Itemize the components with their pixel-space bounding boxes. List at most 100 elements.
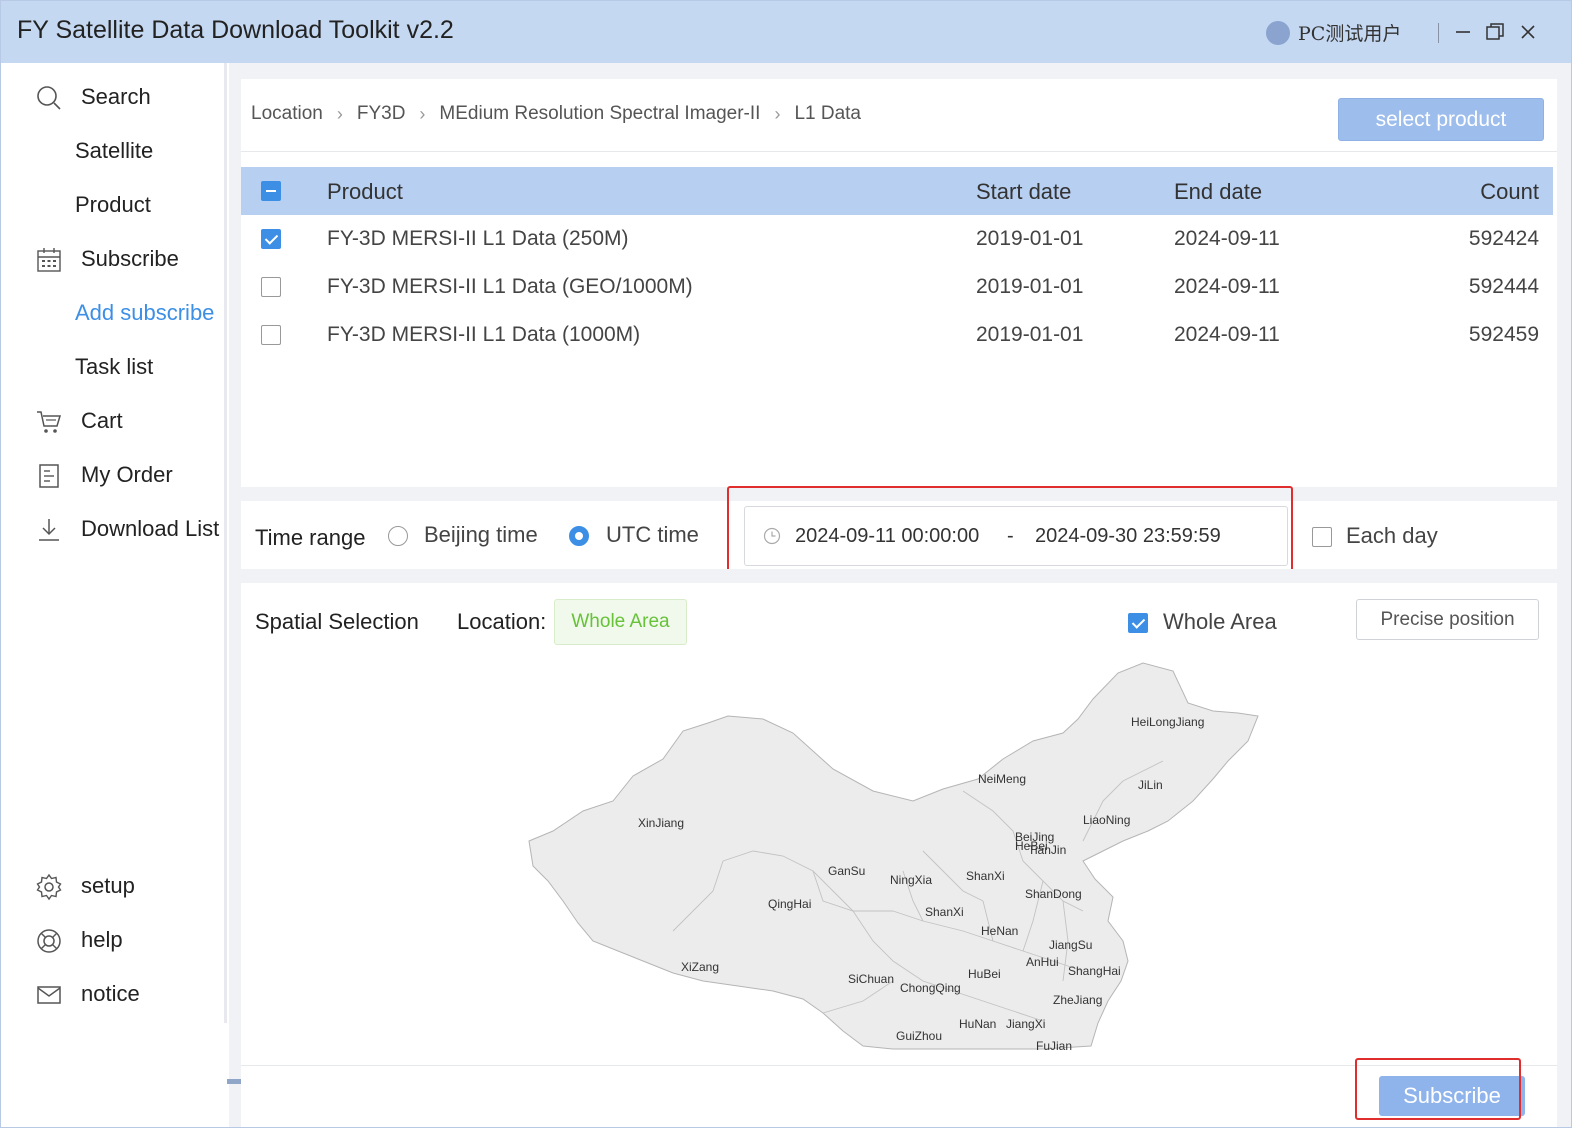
utc-time-label[interactable]: UTC time [606,522,699,548]
row-checkbox[interactable] [261,325,281,345]
user-name: PC测试用户 [1298,23,1402,45]
sidebar-scrollbar[interactable] [224,63,227,1023]
sidebar-item-satellite[interactable]: Satellite [1,130,229,170]
spatial-selection-label: Spatial Selection [255,609,419,634]
user-menu[interactable]: PC测试用户 [1266,19,1401,46]
sidebar-item-subscribe[interactable]: Subscribe [1,238,229,278]
beijing-time-label[interactable]: Beijing time [424,522,538,548]
count: 592444 [1468,275,1539,298]
table-row[interactable]: FY-3D MERSI-II L1 Data (GEO/1000M) 2019-… [241,263,1553,311]
end-date: 2024-09-11 [1174,323,1280,346]
start-date: 2019-01-01 [976,227,1084,250]
sidebar-item-cart[interactable]: Cart [1,400,229,440]
download-icon [39,519,59,541]
sidebar-item-label: Task list [75,354,154,379]
map-label: HeiLongJiang [1131,715,1204,729]
sidebar-item-label: Product [75,192,151,217]
row-checkbox[interactable] [261,277,281,297]
gear-icon [36,873,62,901]
breadcrumb-item[interactable]: L1 Data [794,103,861,125]
sidebar-item-label: Satellite [75,138,154,163]
map-label: HuBei [968,967,1001,981]
end-date: 2024-09-11 [1174,275,1280,298]
precise-position-button[interactable]: Precise position [1356,599,1539,640]
map-label: ShanDong [1025,887,1082,901]
document-icon [39,464,59,488]
restore-icon [1486,23,1504,40]
search-icon [37,86,61,110]
utc-time-radio[interactable] [569,526,589,546]
column-header-start-date: Start date [976,179,1072,204]
select-product-button[interactable]: select product [1338,98,1544,141]
location-label: Location: [457,609,547,634]
map-label: ZheJiang [1053,993,1102,1007]
each-day-label[interactable]: Each day [1346,523,1438,549]
close-icon [1521,25,1535,39]
breadcrumb-item[interactable]: FY3D [357,103,406,125]
table-row[interactable]: FY-3D MERSI-II L1 Data (1000M) 2019-01-0… [241,311,1553,359]
product-name: FY-3D MERSI-II L1 Data (1000M) [327,323,641,346]
location-tag: Whole Area [554,599,687,645]
map-label: GuiZhou [896,1029,942,1043]
map-label: JiangSu [1049,938,1092,952]
minimize-icon [1456,31,1470,33]
mail-icon [37,986,61,1004]
map-label: TianJin [1028,843,1066,857]
map-label: HuNan [959,1017,996,1031]
sidebar: Search Satellite Product Subscribe Add s… [1,63,241,1127]
column-header-end-date: End date [1174,179,1263,204]
column-header-count: Count [1480,179,1539,204]
map-label: GanSu [828,864,865,878]
count: 592424 [1468,227,1539,250]
map-label: ShanXi [925,905,964,919]
sidebar-item-label: Cart [81,408,123,433]
chevron-right-icon: › [774,103,781,124]
sidebar-item-label: Add subscribe [75,300,215,325]
map-label: JiLin [1138,778,1163,792]
sidebar-item-notice[interactable]: notice [1,973,229,1013]
sidebar-resize-handle[interactable] [227,1079,241,1084]
table-row[interactable]: FY-3D MERSI-II L1 Data (250M) 2019-01-01… [241,215,1553,263]
china-map[interactable]: HeiLongJiang JiLin NeiMeng LiaoNing XinJ… [523,661,1263,1051]
start-date: 2019-01-01 [976,275,1084,298]
sidebar-item-add-subscribe[interactable]: Add subscribe [1,292,229,332]
row-checkbox[interactable] [261,229,281,249]
map-label: HeNan [981,924,1018,938]
restore-button[interactable] [1484,21,1506,43]
minimize-button[interactable] [1452,21,1474,43]
lifebuoy-icon [37,929,61,953]
sidebar-item-task-list[interactable]: Task list [1,346,229,386]
title-separator [1438,23,1439,43]
sidebar-item-help[interactable]: help [1,919,229,959]
app-window: FY Satellite Data Download Toolkit v2.2 … [0,0,1572,1128]
start-date: 2019-01-01 [976,323,1084,346]
map-label: ShanXi [966,869,1005,883]
sidebar-item-label: help [81,927,123,952]
map-label: AnHui [1026,955,1059,969]
table-header: Product Start date End date Count [241,167,1553,215]
highlight-outline [1355,1058,1521,1120]
map-label: ShangHai [1068,964,1121,978]
map-label: FuJian [1036,1039,1072,1051]
sidebar-item-download-list[interactable]: Download List [1,508,229,548]
breadcrumb-item[interactable]: MEdium Resolution Spectral Imager-II [439,103,760,125]
chevron-right-icon: › [336,103,343,124]
product-name: FY-3D MERSI-II L1 Data (GEO/1000M) [327,275,693,298]
sidebar-item-setup[interactable]: setup [1,865,229,905]
sidebar-item-search[interactable]: Search [1,76,229,116]
end-date: 2024-09-11 [1174,227,1280,250]
close-button[interactable] [1517,21,1539,43]
section-gap [241,569,1557,583]
each-day-checkbox[interactable] [1312,527,1332,547]
sidebar-item-product[interactable]: Product [1,184,229,224]
map-label: NeiMeng [978,772,1026,786]
map-label: XinJiang [638,816,684,830]
beijing-time-radio[interactable] [388,526,408,546]
sidebar-item-my-order[interactable]: My Order [1,454,229,494]
map-label: JiangXi [1006,1017,1045,1031]
select-all-checkbox[interactable] [261,181,281,201]
map-label: XiZang [681,960,719,974]
breadcrumb-item[interactable]: Location [251,103,323,125]
whole-area-label[interactable]: Whole Area [1163,609,1277,635]
whole-area-checkbox[interactable] [1128,613,1148,633]
